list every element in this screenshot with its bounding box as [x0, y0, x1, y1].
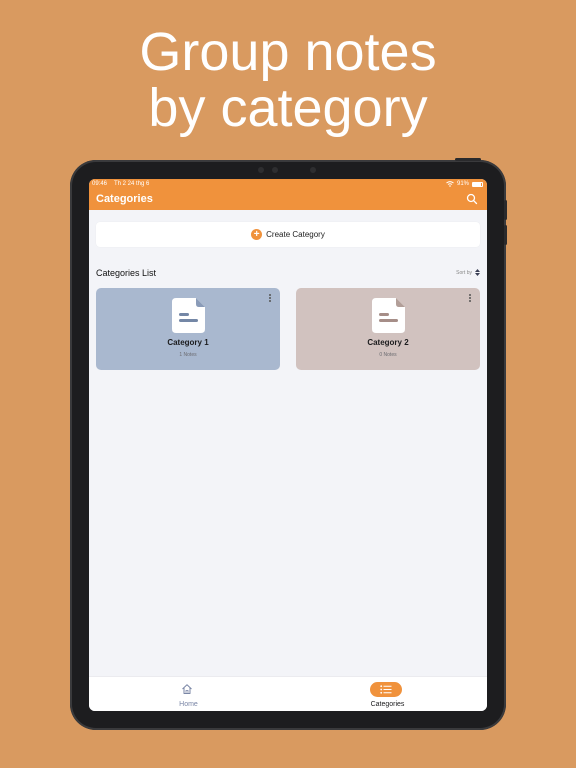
nav-bar: Categories	[89, 189, 487, 210]
list-icon	[380, 685, 392, 694]
sort-arrows-icon	[475, 269, 480, 276]
category-name: Category 2	[367, 338, 409, 347]
page-title: Categories	[96, 193, 153, 205]
category-card[interactable]: Category 1 1 Notes	[96, 288, 280, 370]
category-name: Category 1	[167, 338, 209, 347]
status-bar: 09:46 Th 2 24 thg 6 91%	[89, 179, 487, 189]
category-note-count: 0 Notes	[379, 352, 397, 358]
categories-list-title: Categories List	[96, 268, 157, 278]
marketing-headline: Group notes by category	[0, 24, 576, 136]
tab-categories-label: Categories	[370, 701, 405, 708]
camera-icon	[310, 167, 316, 173]
battery-percent: 91%	[456, 181, 469, 187]
status-right: 91%	[446, 179, 483, 189]
tab-categories[interactable]: Categories	[288, 677, 487, 711]
document-icon	[172, 298, 205, 333]
wifi-icon	[446, 181, 454, 187]
create-category-label: Create Category	[266, 230, 325, 239]
sort-by-button[interactable]: Sort by	[456, 269, 480, 276]
tab-home-label: Home	[179, 701, 198, 708]
more-options-icon[interactable]	[469, 294, 472, 304]
volume-up-button	[504, 200, 507, 220]
headline-line-1: Group notes	[139, 22, 437, 82]
status-date: Th 2 24 thg 6	[114, 181, 150, 187]
tab-active-indicator	[370, 682, 402, 697]
status-time: 09:46	[92, 181, 108, 187]
plus-icon: +	[251, 229, 263, 240]
more-options-icon[interactable]	[269, 294, 272, 304]
battery-icon	[472, 181, 483, 187]
volume-down-button	[504, 225, 507, 245]
top-button	[455, 158, 481, 161]
category-note-count: 1 Notes	[179, 352, 197, 358]
category-card[interactable]: Category 2 0 Notes	[296, 288, 480, 370]
sensor-dot	[272, 167, 278, 173]
sensor-dot	[258, 167, 264, 173]
home-icon	[182, 684, 192, 694]
document-icon	[372, 298, 405, 333]
tab-home[interactable]: Home	[89, 677, 288, 711]
tab-bar: Home Categories	[89, 676, 487, 711]
create-category-button[interactable]: + Create Category	[96, 222, 480, 247]
sort-by-label: Sort by	[456, 269, 472, 276]
search-icon[interactable]	[466, 193, 478, 205]
headline-line-2: by category	[148, 78, 428, 138]
app-screen: 09:46 Th 2 24 thg 6 91% Categories + Cre…	[89, 179, 487, 711]
